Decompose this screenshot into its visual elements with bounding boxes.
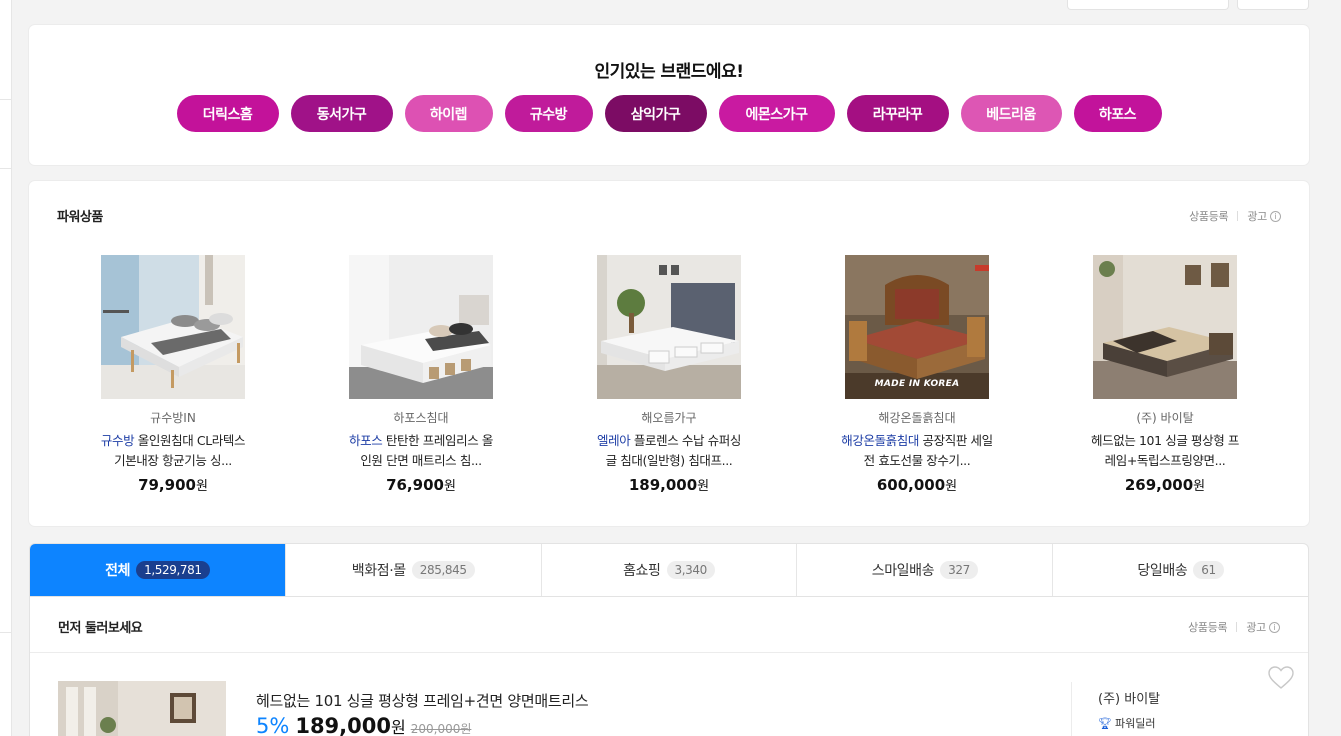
product-image[interactable]	[101, 255, 245, 399]
section-title: 먼저 둘러보세요	[58, 621, 143, 636]
ad-links: 상품등록 광고 i	[1188, 619, 1280, 635]
trophy-icon: 🏆︎	[1098, 716, 1112, 730]
product-image[interactable]: MADE IN KOREA	[845, 255, 989, 399]
power-products-section: 파워상품 상품등록 광고 i 규수방IN 규수방 올인원침대 CL라텍스 기본내…	[29, 181, 1309, 526]
ad-links: 상품등록 광고 i	[1189, 208, 1281, 224]
tab-home-shopping[interactable]: 홈쇼핑 3,340	[540, 544, 797, 596]
left-panel-edge	[0, 0, 12, 736]
seller-name[interactable]: (주) 바이탈	[1098, 688, 1160, 707]
brand-chip[interactable]: 동서가구	[290, 95, 393, 132]
tab-count: 1,529,781	[136, 561, 210, 579]
top-control-button[interactable]	[1067, 0, 1229, 10]
brand-chip[interactable]: 더릭스홈	[176, 95, 279, 132]
tab-all[interactable]: 전체 1,529,781	[30, 544, 285, 596]
product-card[interactable]: 하포스침대 하포스 탄탄한 프레임리스 올인원 단면 매트리스 침... 76,…	[331, 255, 511, 494]
product-card[interactable]: 해오름가구 엘레아 플로렌스 수납 슈퍼싱글 침대(일반형) 침대프... 18…	[579, 255, 759, 494]
register-product-link[interactable]: 상품등록	[1189, 208, 1229, 224]
info-icon[interactable]: i	[1270, 210, 1281, 222]
product-image[interactable]	[1093, 255, 1237, 399]
tab-count: 285,845	[411, 561, 475, 579]
brand-chip[interactable]: 삼익가구	[604, 95, 707, 132]
brand-chip-list: 더릭스홈 동서가구 하이렙 규수방 삼익가구 에몬스가구 라꾸라꾸 베드리움 하…	[29, 95, 1309, 132]
product-mall: 규수방IN	[150, 411, 196, 425]
tab-count: 327	[940, 561, 978, 579]
top-control-button-2[interactable]	[1237, 0, 1309, 10]
brand-chip[interactable]: 하포스	[1073, 95, 1162, 132]
tab-smile-delivery[interactable]: 스마일배송 327	[796, 544, 1052, 596]
brands-title: 인기있는 브랜드에요!	[594, 62, 744, 82]
product-mall: 해강온돌흙침대	[878, 411, 956, 425]
discount-rate: 5%	[256, 714, 290, 736]
heart-icon[interactable]	[1268, 666, 1294, 690]
brand-chip[interactable]: 규수방	[504, 95, 593, 132]
listing-title[interactable]: 헤드없는 101 싱글 평상형 프레임+견면 양면매트리스	[256, 690, 589, 711]
filter-tabs: 전체 1,529,781 백화점·몰 285,845 홈쇼핑 3,340 스마일배송 3…	[29, 543, 1309, 597]
listing-price: 5% 189,000 원 200,000원	[256, 714, 472, 736]
product-name[interactable]: 헤드없는 101 싱글 평상형 프레임+독립스프링양면...	[1075, 431, 1255, 471]
tab-same-day-delivery[interactable]: 당일배송 61	[1052, 544, 1308, 596]
ad-label[interactable]: 광고	[1247, 208, 1267, 224]
brand-chip[interactable]: 에몬스가구	[718, 95, 835, 132]
product-name[interactable]: 규수방 올인원침대 CL라텍스 기본내장 항균기능 싱...	[83, 431, 263, 471]
product-image[interactable]	[349, 255, 493, 399]
product-image[interactable]	[597, 255, 741, 399]
tab-count: 3,340	[666, 561, 715, 579]
product-card[interactable]: (주) 바이탈 헤드없는 101 싱글 평상형 프레임+독립스프링양면... 2…	[1075, 255, 1255, 494]
ad-label[interactable]: 광고	[1246, 619, 1266, 635]
product-price: 76,900원	[386, 476, 456, 494]
product-name[interactable]: 엘레아 플로렌스 수납 슈퍼싱글 침대(일반형) 침대프...	[579, 431, 759, 471]
product-price: 600,000원	[876, 476, 958, 494]
product-name[interactable]: 하포스 탄탄한 프레임리스 올인원 단면 매트리스 침...	[331, 431, 511, 471]
sale-price: 189,000	[295, 714, 391, 736]
brand-chip[interactable]: 라꾸라꾸	[846, 95, 949, 132]
tab-count: 61	[1193, 561, 1224, 579]
product-price: 269,000원	[1124, 476, 1206, 494]
tab-department-store[interactable]: 백화점·몰 285,845	[284, 544, 541, 596]
brand-chip[interactable]: 베드리움	[960, 95, 1062, 132]
original-price: 200,000원	[410, 722, 472, 736]
section-title: 파워상품	[57, 210, 103, 225]
product-mall: 해오름가구	[641, 411, 697, 425]
register-product-link[interactable]: 상품등록	[1188, 619, 1228, 635]
brand-chip[interactable]: 하이렙	[404, 95, 493, 132]
browse-first-section: 먼저 둘러보세요 상품등록 광고 i 헤드없는 101 싱글 평상형 프레임+견…	[29, 597, 1309, 736]
product-card[interactable]: MADE IN KOREA 해강온돌흙침대 해강온돌흙침대 공장직판 세일전 효…	[827, 255, 1007, 494]
power-dealer-badge: 🏆︎ 파워딜러	[1098, 716, 1156, 731]
product-price: 79,900원	[138, 476, 208, 494]
product-card[interactable]: 규수방IN 규수방 올인원침대 CL라텍스 기본내장 항균기능 싱... 79,…	[83, 255, 263, 494]
info-icon[interactable]: i	[1269, 621, 1280, 633]
listing-image[interactable]	[58, 681, 226, 736]
product-mall: 하포스침대	[393, 411, 449, 425]
made-in-korea-overlay: MADE IN KOREA	[874, 379, 960, 389]
product-mall: (주) 바이탈	[1136, 411, 1194, 425]
product-name[interactable]: 해강온돌흙침대 공장직판 세일전 효도선물 장수기...	[827, 431, 1007, 471]
popular-brands-section: 인기있는 브랜드에요! 더릭스홈 동서가구 하이렙 규수방 삼익가구 에몬스가구…	[29, 25, 1309, 165]
product-price: 189,000원	[628, 476, 710, 494]
